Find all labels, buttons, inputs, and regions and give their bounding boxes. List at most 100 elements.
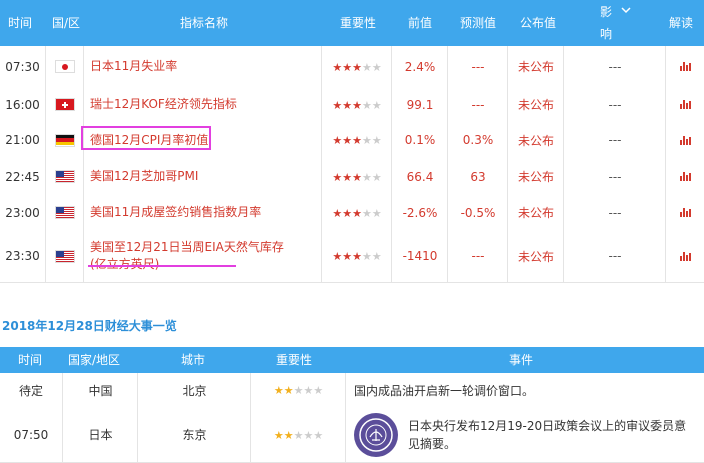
row-time: 22:45 — [5, 169, 40, 184]
table-cell: 日本 — [62, 407, 138, 462]
event-country: 中国 — [88, 383, 113, 398]
row-impact: --- — [608, 133, 622, 147]
star-icon: ★ — [293, 428, 304, 442]
row-indicator-link[interactable]: 美国12月芝加哥PMI — [90, 168, 315, 185]
table-cell: --- — [563, 195, 666, 230]
table-cell: ★★★★★ — [250, 407, 346, 462]
table-cell: ★★★★★ — [321, 230, 392, 282]
row-impact: --- — [608, 59, 622, 74]
star-icon: ★ — [332, 250, 343, 263]
bar-chart-icon[interactable] — [680, 62, 691, 71]
event-city: 北京 — [182, 383, 207, 398]
importance-stars: ★★★★★ — [332, 206, 381, 220]
event-country: 日本 — [88, 428, 113, 442]
table-cell: 16:00 — [0, 87, 45, 122]
header-interpret: 解读 — [669, 16, 694, 30]
header-country: 国/区 — [52, 16, 81, 30]
table-cell: 瑞士12月KOF经济领先指标 — [83, 87, 322, 122]
table-cell: 东京 — [137, 407, 251, 462]
usa-flag-icon — [55, 206, 75, 219]
row-forecast: --- — [471, 249, 485, 263]
importance-stars: ★★★★★ — [332, 249, 381, 263]
table-cell: -2.6% — [391, 195, 448, 230]
bar-chart-icon[interactable] — [680, 100, 691, 109]
table-cell: -0.5% — [447, 195, 508, 230]
table-cell: 北京 — [137, 373, 251, 407]
event-row[interactable]: 07:50 日本 东京 ★★★★★ 日本央行发布12月19-20日政策会议上的审议委员意… — [0, 407, 704, 463]
star-icon: ★ — [352, 206, 362, 220]
star-icon: ★ — [352, 250, 362, 263]
table-row[interactable]: 23:30 美国至12月21日当周EIA天然气库存(亿立方英尺) ★★★★★ -141… — [0, 230, 704, 283]
table-row[interactable]: 23:00 美国11月成屋签约销售指数月率 ★★★★★ -2.6% -0.5% 未公布 --… — [0, 195, 704, 231]
row-previous: -1410 — [402, 249, 438, 263]
events-header: 时间 国家/地区 城市 重要性 事件 — [0, 347, 704, 373]
events-header-time: 时间 — [18, 353, 43, 367]
impact-chevron-down-icon[interactable] — [621, 0, 631, 20]
bar-chart-icon[interactable] — [680, 135, 691, 145]
bar-chart-icon[interactable] — [680, 172, 691, 181]
table-cell: 未公布 — [507, 122, 564, 158]
row-previous: -2.6% — [402, 205, 438, 220]
row-impact: --- — [608, 169, 622, 184]
star-icon: ★ — [361, 98, 372, 112]
table-cell — [665, 195, 704, 230]
star-icon: ★ — [371, 98, 382, 112]
table-cell: 0.3% — [447, 122, 508, 158]
table-cell: 0.1% — [391, 122, 448, 158]
star-icon: ★ — [332, 170, 343, 184]
table-cell: 22:45 — [0, 158, 45, 195]
row-previous: 0.1% — [404, 133, 436, 147]
star-icon: ★ — [332, 134, 343, 147]
star-icon: ★ — [352, 98, 362, 112]
bar-chart-icon[interactable] — [680, 251, 691, 261]
header-forecast: 预测值 — [460, 16, 497, 30]
table-cell: 未公布 — [507, 158, 564, 195]
star-icon: ★ — [342, 170, 353, 184]
events-header-country: 国家/地区 — [68, 353, 121, 367]
switzerland-flag-icon — [55, 98, 75, 111]
row-indicator-link[interactable]: 美国11月成屋签约销售指数月率 — [90, 204, 315, 221]
event-description: 日本央行发布12月19-20日政策会议上的审议委员意见摘要。 — [408, 418, 687, 451]
table-cell: 日本央行发布12月19-20日政策会议上的审议委员意见摘要。 — [345, 407, 704, 462]
star-icon: ★ — [332, 98, 343, 112]
star-icon: ★ — [361, 134, 372, 147]
table-cell: 日本11月失业率 — [83, 46, 322, 87]
bar-chart-icon[interactable] — [680, 208, 691, 217]
event-time: 07:50 — [13, 427, 49, 442]
table-row[interactable]: 07:30 日本11月失业率 ★★★★★ 2.4% --- 未公布 --- — [0, 46, 704, 88]
table-cell: ★★★★★ — [321, 158, 392, 195]
table-cell — [45, 87, 84, 122]
row-indicator-link[interactable]: 日本11月失业率 — [90, 58, 315, 75]
table-row[interactable]: 22:45 美国12月芝加哥PMI ★★★★★ 66.4 63 未公布 --- — [0, 158, 704, 196]
event-row[interactable]: 待定 中国 北京 ★★★★★ 国内成品油开启新一轮调价窗口。 — [0, 373, 704, 408]
star-icon: ★ — [342, 134, 353, 147]
table-cell: --- — [563, 46, 666, 87]
row-impact: --- — [608, 97, 622, 112]
row-time: 23:00 — [5, 205, 40, 220]
row-actual: 未公布 — [517, 206, 554, 220]
star-icon: ★ — [283, 428, 294, 442]
event-description: 国内成品油开启新一轮调价窗口。 — [354, 383, 535, 398]
row-actual: 未公布 — [517, 170, 554, 184]
star-icon: ★ — [342, 206, 353, 220]
table-cell: 21:00 — [0, 122, 45, 158]
star-icon: ★ — [361, 250, 372, 263]
row-actual: 未公布 — [517, 133, 554, 148]
row-time: 16:00 — [5, 97, 40, 112]
header-impact-bottom: 响 — [600, 27, 613, 41]
row-indicator-link[interactable]: 瑞士12月KOF经济领先指标 — [90, 96, 315, 113]
table-row[interactable]: 16:00 瑞士12月KOF经济领先指标 ★★★★★ 99.1 --- 未公布 --- — [0, 87, 704, 123]
event-city: 东京 — [182, 428, 207, 442]
table-cell: ★★★★★ — [321, 195, 392, 230]
header-indicator: 指标名称 — [180, 16, 229, 30]
row-impact: --- — [608, 205, 622, 220]
calendar-header: 时间 国/区 指标名称 重要性 前值 预测值 公布值 影 响 解读 — [0, 0, 704, 46]
star-icon: ★ — [293, 384, 304, 397]
row-indicator-link[interactable]: 美国至12月21日当周EIA天然气库存(亿立方英尺) — [90, 239, 285, 273]
table-cell — [665, 230, 704, 282]
table-cell: --- — [563, 122, 666, 158]
table-cell: 未公布 — [507, 195, 564, 230]
table-cell: 23:00 — [0, 195, 45, 230]
table-cell: --- — [447, 230, 508, 282]
table-cell: 未公布 — [507, 87, 564, 122]
